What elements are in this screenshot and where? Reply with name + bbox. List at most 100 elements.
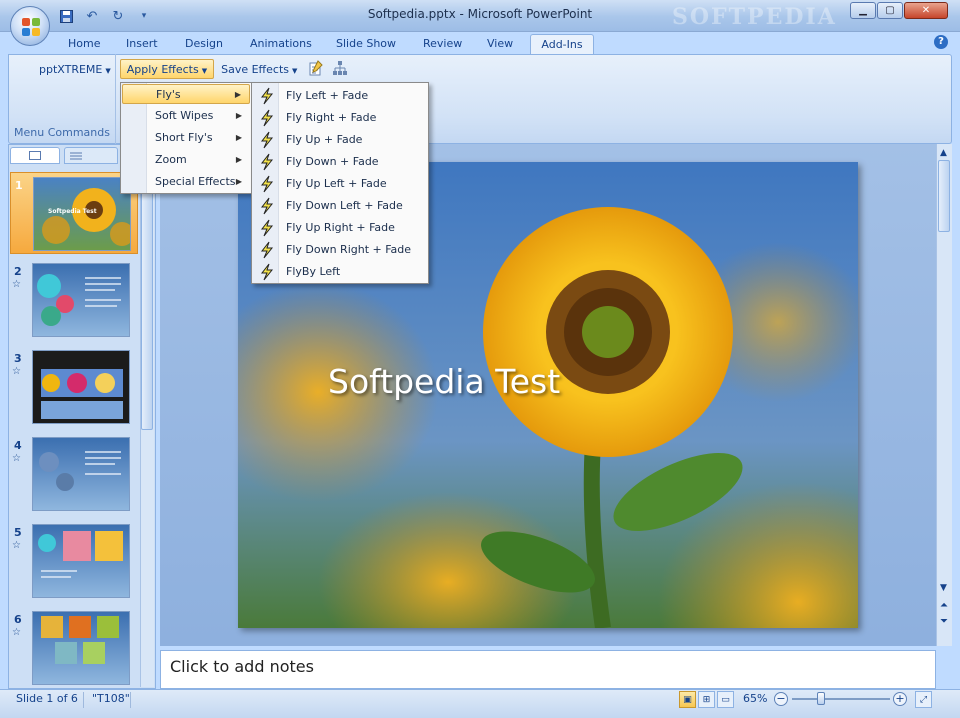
tab-design[interactable]: Design (179, 34, 229, 54)
close-button[interactable]: ✕ (904, 2, 948, 19)
menu-item-short-flys[interactable]: Short Fly's ▶ (122, 128, 250, 148)
menu-item-fly-right-fade[interactable]: Fly Right + Fade (254, 107, 426, 129)
tab-review[interactable]: Review (417, 34, 468, 54)
slide-title[interactable]: Softpedia Test (328, 362, 560, 401)
lightning-icon (260, 263, 274, 281)
edit-note-icon[interactable] (304, 59, 328, 79)
save-effects-button[interactable]: Save Effects ▼ (214, 59, 304, 79)
menu-item-label: Fly Down Right + Fade (286, 243, 412, 256)
scroll-up-icon[interactable]: ▲ (940, 148, 947, 158)
zoom-level[interactable]: 65% (743, 692, 767, 705)
slide-thumbnail[interactable] (32, 611, 130, 685)
lightning-icon (260, 197, 274, 215)
tab-animations[interactable]: Animations (244, 34, 318, 54)
menu-item-label: Fly Down Left + Fade (286, 199, 403, 212)
submenu-arrow-icon: ▶ (235, 133, 242, 142)
fit-to-window-icon[interactable]: ⤢ (915, 691, 932, 708)
menu-item-fly-up-fade[interactable]: Fly Up + Fade (254, 129, 426, 151)
chevron-down-icon: ▼ (201, 67, 208, 75)
menu-item-fly-up-right-fade[interactable]: Fly Up Right + Fade (254, 217, 426, 239)
menu-item-zoom[interactable]: Zoom ▶ (122, 150, 250, 170)
slide-thumbnail-row[interactable]: 3 ☆ (10, 346, 138, 428)
ribbon-tabs: Home Insert Design Animations Slide Show… (0, 32, 960, 54)
tab-home[interactable]: Home (62, 34, 106, 54)
tab-slides[interactable] (10, 147, 60, 164)
zoom-out-icon[interactable]: − (774, 692, 788, 706)
lightning-icon (260, 153, 274, 171)
flys-submenu: Fly Left + Fade Fly Right + Fade Fly Up … (251, 82, 429, 284)
previous-slide-icon[interactable]: ⏶ (940, 600, 948, 611)
zoom-slider-knob[interactable] (817, 692, 825, 705)
menu-item-label: FlyBy Left (286, 265, 341, 278)
help-icon[interactable]: ? (934, 35, 948, 49)
thumbnail-title: Softpedia Test (48, 208, 97, 215)
normal-view-icon[interactable]: ▣ (679, 691, 696, 708)
slide-thumbnail[interactable] (32, 350, 130, 424)
theme-name: "T108" (92, 692, 130, 705)
tab-outline[interactable] (64, 147, 118, 164)
slide-thumbnail-row[interactable]: 5 ☆ (10, 520, 138, 602)
org-chart-icon[interactable] (328, 59, 352, 79)
editor-scrollbar-thumb[interactable] (938, 160, 950, 232)
submenu-arrow-icon: ▶ (234, 90, 241, 99)
slide-thumbnail[interactable] (32, 263, 130, 337)
slide-sorter-icon[interactable]: ⊞ (698, 691, 715, 708)
animation-star-icon: ☆ (12, 366, 21, 377)
menu-item-fly-up-left-fade[interactable]: Fly Up Left + Fade (254, 173, 426, 195)
pptxtreme-menu-button[interactable]: pptXTREME ▼ (32, 59, 118, 79)
scroll-down-icon[interactable]: ▼ (940, 583, 947, 593)
menu-item-fly-down-fade[interactable]: Fly Down + Fade (254, 151, 426, 173)
menu-item-fly-down-left-fade[interactable]: Fly Down Left + Fade (254, 195, 426, 217)
menu-item-label: Fly Up Right + Fade (286, 221, 395, 234)
slide-number: 5 (14, 526, 22, 539)
submenu-arrow-icon: ▶ (235, 111, 242, 120)
slides-icon (29, 151, 41, 160)
group-label: Menu Commands (14, 126, 110, 139)
menu-item-fly-left-fade[interactable]: Fly Left + Fade (254, 85, 426, 107)
slide-thumbnail-row[interactable]: 4 ☆ (10, 433, 138, 515)
menu-item-fly-down-right-fade[interactable]: Fly Down Right + Fade (254, 239, 426, 261)
window-controls: ▁ ▢ ✕ (850, 2, 948, 19)
slide-thumbnail-row[interactable]: 6 ☆ (10, 607, 138, 689)
apply-effects-label: Apply Effects (126, 63, 199, 76)
menu-item-label: Special Effects (155, 175, 236, 188)
slide-number: 1 (15, 179, 23, 192)
slide-show-icon[interactable]: ▭ (717, 691, 734, 708)
chevron-down-icon: ▼ (292, 67, 298, 75)
lightning-icon (260, 109, 274, 127)
menu-item-flys[interactable]: Fly's ▶ (122, 84, 250, 104)
menu-item-label: Fly Right + Fade (286, 111, 377, 124)
tab-add-ins[interactable]: Add-Ins (530, 34, 594, 54)
tab-insert[interactable]: Insert (120, 34, 164, 54)
slide-thumbnail[interactable]: Softpedia Test (33, 177, 131, 251)
lightning-icon (260, 175, 274, 193)
slide-thumbnail-row[interactable]: 1 Softpedia Test (10, 172, 138, 254)
tab-view[interactable]: View (481, 34, 519, 54)
slide-thumbnail[interactable] (32, 524, 130, 598)
submenu-arrow-icon: ▶ (235, 177, 242, 186)
menu-item-flyby-left[interactable]: FlyBy Left (254, 261, 426, 283)
apply-effects-menu: Fly's ▶ Soft Wipes ▶ Short Fly's ▶ Zoom ▶ Sp… (120, 82, 252, 194)
slides-scrollbar-thumb[interactable] (141, 180, 153, 430)
zoom-slider-track[interactable] (792, 698, 890, 700)
slide-number: 2 (14, 265, 22, 278)
slide-thumbnail-row[interactable]: 2 ☆ (10, 259, 138, 341)
office-button[interactable] (10, 6, 50, 46)
notes-placeholder[interactable]: Click to add notes (170, 657, 314, 676)
divider (83, 692, 84, 708)
menu-item-label: Fly Up Left + Fade (286, 177, 387, 190)
menu-item-special-effects[interactable]: Special Effects ▶ (122, 172, 250, 192)
zoom-in-icon[interactable]: + (893, 692, 907, 706)
minimize-button[interactable]: ▁ (850, 2, 876, 19)
lightning-icon (260, 241, 274, 259)
slide-counter: Slide 1 of 6 (16, 692, 78, 705)
maximize-button[interactable]: ▢ (877, 2, 903, 19)
outline-icon (70, 152, 82, 160)
slide-thumbnail[interactable] (32, 437, 130, 511)
apply-effects-button[interactable]: Apply Effects ▼ (119, 59, 215, 79)
lightning-icon (260, 87, 274, 105)
menu-item-soft-wipes[interactable]: Soft Wipes ▶ (122, 106, 250, 126)
next-slide-icon[interactable]: ⏷ (940, 616, 948, 627)
tab-slide-show[interactable]: Slide Show (330, 34, 402, 54)
menu-item-label: Fly Up + Fade (286, 133, 363, 146)
